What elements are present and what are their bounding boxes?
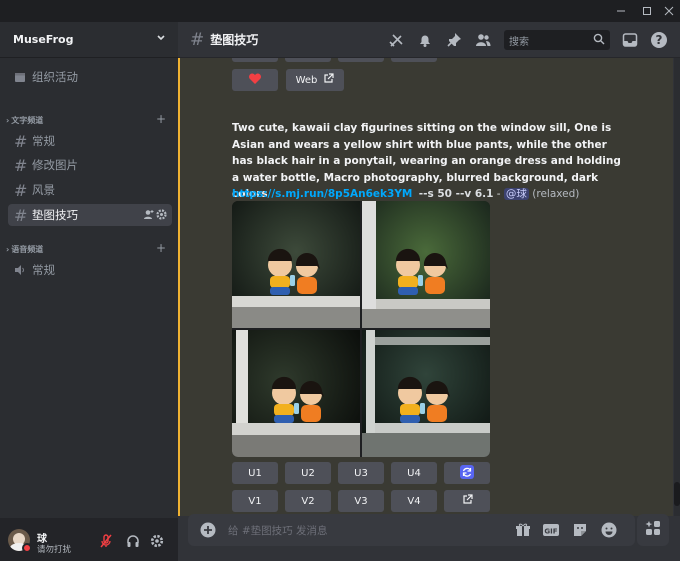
favorite-button[interactable] xyxy=(232,69,278,91)
title-bar xyxy=(0,0,680,22)
cut-off-button[interactable] xyxy=(338,58,384,62)
mic-muted-icon[interactable] xyxy=(99,533,113,552)
channel-label: 修改图片 xyxy=(32,158,78,172)
variation-button[interactable]: V1 xyxy=(232,490,278,512)
search-input[interactable]: 搜索 xyxy=(504,30,610,50)
voice-section-label: 语音频道 xyxy=(11,245,44,254)
web-button[interactable]: Web xyxy=(286,69,344,91)
bell-icon[interactable] xyxy=(416,31,434,49)
channel-item[interactable]: # 修改图片 xyxy=(8,154,172,176)
image-link[interactable]: https://s.mj.run/8p5An6ek3YM xyxy=(232,188,412,200)
channel-label: 常规 xyxy=(32,263,55,277)
web-label: Web xyxy=(295,74,318,86)
threads-icon[interactable] xyxy=(387,31,405,49)
channel-sidebar: 组织活动 › 文字频道 + # 常规 # 修改图片 # 风景 # 垫图技巧 › … xyxy=(0,58,178,518)
hash-icon: # xyxy=(14,180,28,200)
apps-icon xyxy=(645,520,661,540)
text-channels-section[interactable]: › 文字频道 + xyxy=(6,112,172,126)
upscale-button[interactable]: U3 xyxy=(338,462,384,484)
svg-text:GIF: GIF xyxy=(544,528,557,536)
channel-item-active[interactable]: # 垫图技巧 xyxy=(8,204,172,226)
reroll-button[interactable] xyxy=(444,462,490,484)
cut-off-button[interactable] xyxy=(285,58,331,62)
svg-text:?: ? xyxy=(656,33,663,47)
message-input-placeholder[interactable]: 给 #垫图技巧 发消息 xyxy=(228,523,327,538)
image-grid[interactable] xyxy=(232,201,490,457)
variation-button[interactable]: V2 xyxy=(285,490,331,512)
user-panel: 球 请勿打扰 xyxy=(0,518,178,561)
cut-off-button[interactable] xyxy=(232,58,278,62)
settings-gear-icon[interactable] xyxy=(150,533,164,552)
upscale-button[interactable]: U2 xyxy=(285,462,331,484)
cut-off-button[interactable] xyxy=(391,58,437,62)
text-section-label: 文字频道 xyxy=(11,116,44,125)
calendar-icon xyxy=(14,68,26,87)
hash-icon: # xyxy=(14,155,28,175)
message-composer[interactable]: 给 #垫图技巧 发消息 GIF xyxy=(188,514,635,546)
section-chevron-icon: › xyxy=(6,245,10,254)
server-name: MuseFrog xyxy=(13,33,74,46)
params-text: --s 50 --v 6.1 xyxy=(418,188,494,200)
channel-label: 风景 xyxy=(32,183,55,197)
channel-header: # 垫图技巧 搜索 ? xyxy=(178,22,680,58)
variation-button[interactable]: V3 xyxy=(338,490,384,512)
channel-label: 垫图技巧 xyxy=(32,208,78,222)
speaker-icon xyxy=(14,261,26,280)
emoji-icon[interactable] xyxy=(601,522,617,542)
scrollbar-track[interactable] xyxy=(674,58,680,516)
generated-images xyxy=(232,201,490,457)
gift-icon[interactable] xyxy=(515,522,531,542)
server-header[interactable]: MuseFrog xyxy=(0,22,178,58)
hash-icon: # xyxy=(14,131,28,151)
search-placeholder: 搜索 xyxy=(509,37,529,48)
separator-text: - xyxy=(493,188,504,200)
events-item[interactable]: 组织活动 xyxy=(8,66,172,88)
refresh-icon xyxy=(460,464,474,482)
hash-icon: # xyxy=(190,29,205,50)
add-attachment-icon[interactable] xyxy=(200,522,216,542)
message-meta: https://s.mj.run/8p5An6ek3YM --s 50 --v … xyxy=(232,186,579,201)
members-icon[interactable] xyxy=(474,31,492,49)
heart-icon xyxy=(248,72,262,88)
add-channel-icon[interactable]: + xyxy=(156,241,166,255)
channel-item[interactable]: # 常规 xyxy=(8,130,172,152)
status-dot xyxy=(22,543,32,553)
chevron-down-icon xyxy=(156,33,166,46)
help-icon[interactable]: ? xyxy=(650,31,668,49)
section-chevron-icon: › xyxy=(6,116,10,125)
upscale-button[interactable]: U1 xyxy=(232,462,278,484)
voice-channel-item[interactable]: 常规 xyxy=(8,259,172,281)
upscale-button[interactable]: U4 xyxy=(391,462,437,484)
sticker-icon[interactable] xyxy=(572,522,588,542)
add-member-icon[interactable] xyxy=(143,209,154,223)
variation-button[interactable]: V4 xyxy=(391,490,437,512)
channel-item[interactable]: # 风景 xyxy=(8,179,172,201)
apps-button[interactable] xyxy=(637,514,669,546)
channel-label: 常规 xyxy=(32,134,55,148)
open-web-button[interactable] xyxy=(444,490,490,512)
channel-title: 垫图技巧 xyxy=(210,33,259,47)
user-mention[interactable]: @球 xyxy=(503,188,529,200)
search-icon xyxy=(593,33,605,48)
scrollbar-thumb[interactable] xyxy=(674,482,680,506)
gear-icon[interactable] xyxy=(156,209,167,223)
user-status: 请勿打扰 xyxy=(37,545,72,555)
hash-icon: # xyxy=(14,205,28,225)
gif-icon[interactable]: GIF xyxy=(542,522,560,542)
events-label: 组织活动 xyxy=(32,70,78,84)
mode-text: (relaxed) xyxy=(532,188,580,200)
message-area: Web Two cute, kawaii clay figurines sitt… xyxy=(178,58,673,516)
headphones-icon[interactable] xyxy=(126,533,140,552)
pin-icon[interactable] xyxy=(445,31,463,49)
main-panel: # 垫图技巧 搜索 ? Web Two cute, kawaii clay fi… xyxy=(178,22,680,561)
minimize-icon[interactable] xyxy=(608,0,634,22)
external-link-icon xyxy=(323,73,335,87)
voice-channels-section[interactable]: › 语音频道 + xyxy=(6,241,172,255)
close-icon[interactable] xyxy=(656,0,680,22)
inbox-icon[interactable] xyxy=(621,31,639,49)
external-link-icon xyxy=(462,494,473,508)
add-channel-icon[interactable]: + xyxy=(156,112,166,126)
